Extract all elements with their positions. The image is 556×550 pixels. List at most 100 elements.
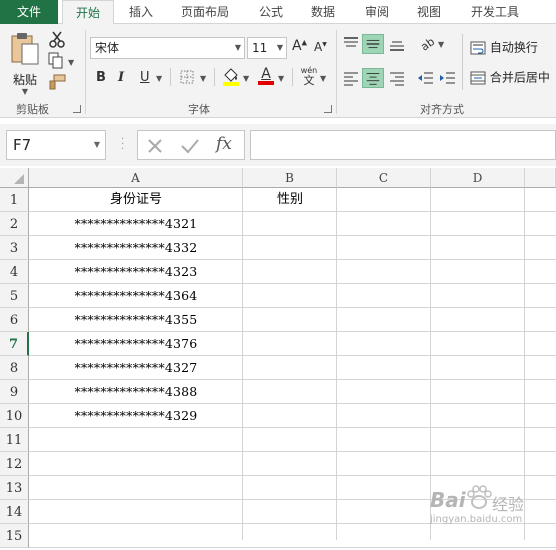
cell-b[interactable] (243, 404, 337, 428)
column-header-c[interactable]: C (337, 168, 431, 188)
font-color-button[interactable]: A (258, 66, 274, 85)
chevron-down-icon[interactable]: ▼ (156, 74, 162, 83)
cell-b[interactable] (243, 524, 337, 548)
cancel-icon[interactable] (146, 137, 164, 155)
cell-b[interactable] (243, 284, 337, 308)
cell-b[interactable] (243, 308, 337, 332)
font-size-combo[interactable]: 11 ▼ (247, 37, 287, 59)
cell-b[interactable] (243, 236, 337, 260)
row-header[interactable]: 12 (0, 452, 29, 476)
cell-a[interactable]: **************4329 (29, 404, 243, 428)
italic-button[interactable]: I (118, 70, 124, 85)
row-header[interactable]: 14 (0, 500, 29, 524)
cut-icon[interactable] (48, 30, 66, 48)
align-left-icon[interactable] (342, 70, 360, 86)
worksheet-grid[interactable]: A B C D 1 身份证号 性别 2 **************4321 3 *****… (0, 168, 556, 548)
cell-a[interactable] (29, 476, 243, 500)
cell-a[interactable] (29, 452, 243, 476)
tab-file[interactable]: 文件 (0, 0, 58, 24)
tab-home[interactable]: 开始 (62, 0, 114, 25)
cell-b[interactable] (243, 212, 337, 236)
font-launcher-icon[interactable] (324, 105, 332, 113)
cell-a[interactable]: **************4321 (29, 212, 243, 236)
decrease-indent-icon[interactable] (416, 70, 434, 86)
cell-a[interactable] (29, 428, 243, 452)
cell-b[interactable]: 性别 (243, 188, 337, 212)
underline-button[interactable]: U (140, 70, 150, 85)
cell-a[interactable]: **************4332 (29, 236, 243, 260)
cell-b[interactable] (243, 452, 337, 476)
tab-review[interactable]: 审阅 (354, 0, 400, 24)
wrap-text-button[interactable]: 自动换行 (470, 38, 538, 56)
copy-icon[interactable] (48, 52, 64, 70)
paste-button[interactable]: 粘贴 ▼ (8, 32, 42, 96)
enter-check-icon[interactable] (180, 137, 200, 155)
font-name-combo[interactable]: 宋体 ▼ (90, 37, 245, 59)
fill-color-icon[interactable] (222, 66, 240, 86)
tab-formulas[interactable]: 公式 (248, 0, 294, 24)
row-header[interactable]: 11 (0, 428, 29, 452)
align-bottom-icon[interactable] (388, 36, 406, 52)
shrink-font-button[interactable]: A▼ (314, 40, 327, 54)
align-center-icon[interactable] (362, 68, 384, 88)
select-all-corner[interactable] (0, 168, 29, 188)
column-header-d[interactable]: D (431, 168, 525, 188)
chevron-down-icon[interactable]: ▼ (320, 74, 326, 83)
column-header-b[interactable]: B (243, 168, 337, 188)
cell-b[interactable] (243, 260, 337, 284)
row-header[interactable]: 7 (0, 332, 29, 356)
cell-a[interactable]: **************4327 (29, 356, 243, 380)
row-header[interactable]: 5 (0, 284, 29, 308)
chevron-down-icon[interactable]: ▼ (438, 40, 444, 49)
tab-developer[interactable]: 开发工具 (462, 0, 528, 24)
row-header[interactable]: 6 (0, 308, 29, 332)
cell-b[interactable] (243, 332, 337, 356)
align-top-icon[interactable] (342, 36, 360, 52)
tab-insert[interactable]: 插入 (118, 0, 164, 24)
chevron-down-icon[interactable]: ▼ (243, 74, 249, 83)
row-header[interactable]: 1 (0, 188, 29, 212)
row-header[interactable]: 10 (0, 404, 29, 428)
align-middle-icon[interactable] (362, 34, 384, 54)
cell-a[interactable]: **************4364 (29, 284, 243, 308)
cell-b[interactable] (243, 476, 337, 500)
cell-b[interactable] (243, 428, 337, 452)
grow-font-button[interactable]: A▲ (292, 38, 307, 54)
format-painter-icon[interactable] (48, 74, 66, 90)
column-header-e[interactable] (525, 168, 556, 188)
cell-a[interactable]: **************4376 (29, 332, 243, 356)
chevron-down-icon[interactable]: ▼ (200, 74, 206, 83)
clipboard-launcher-icon[interactable] (73, 105, 81, 113)
orientation-icon[interactable]: ab (418, 34, 436, 52)
tab-data[interactable]: 数据 (300, 0, 346, 24)
column-header-a[interactable]: A (29, 168, 243, 188)
row-header[interactable]: 9 (0, 380, 29, 404)
row-header[interactable]: 8 (0, 356, 29, 380)
row-header[interactable]: 2 (0, 212, 29, 236)
tab-page-layout[interactable]: 页面布局 (172, 0, 238, 24)
cell-a[interactable] (29, 500, 243, 524)
row-header[interactable]: 4 (0, 260, 29, 284)
chevron-down-icon[interactable]: ▼ (278, 74, 284, 83)
cell-b[interactable] (243, 500, 337, 524)
cell-a[interactable]: **************4323 (29, 260, 243, 284)
name-box[interactable]: F7 ▼ (6, 130, 106, 160)
row-header[interactable]: 13 (0, 476, 29, 500)
bold-button[interactable]: B (96, 70, 106, 85)
borders-icon[interactable] (180, 70, 194, 84)
cell-b[interactable] (243, 356, 337, 380)
tab-view[interactable]: 视图 (406, 0, 452, 24)
cell-a[interactable]: **************4388 (29, 380, 243, 404)
insert-function-button[interactable]: fx (216, 134, 232, 154)
merge-center-button[interactable]: 合并后居中 (470, 68, 550, 86)
cell-a[interactable]: 身份证号 (29, 188, 243, 212)
cell-a[interactable] (29, 524, 243, 548)
cell-a[interactable]: **************4355 (29, 308, 243, 332)
row-header[interactable]: 15 (0, 524, 29, 548)
chevron-down-icon[interactable]: ▼ (68, 58, 74, 67)
align-right-icon[interactable] (388, 70, 406, 86)
row-header[interactable]: 3 (0, 236, 29, 260)
cell-b[interactable] (243, 380, 337, 404)
increase-indent-icon[interactable] (438, 70, 456, 86)
formula-input[interactable] (250, 130, 556, 160)
